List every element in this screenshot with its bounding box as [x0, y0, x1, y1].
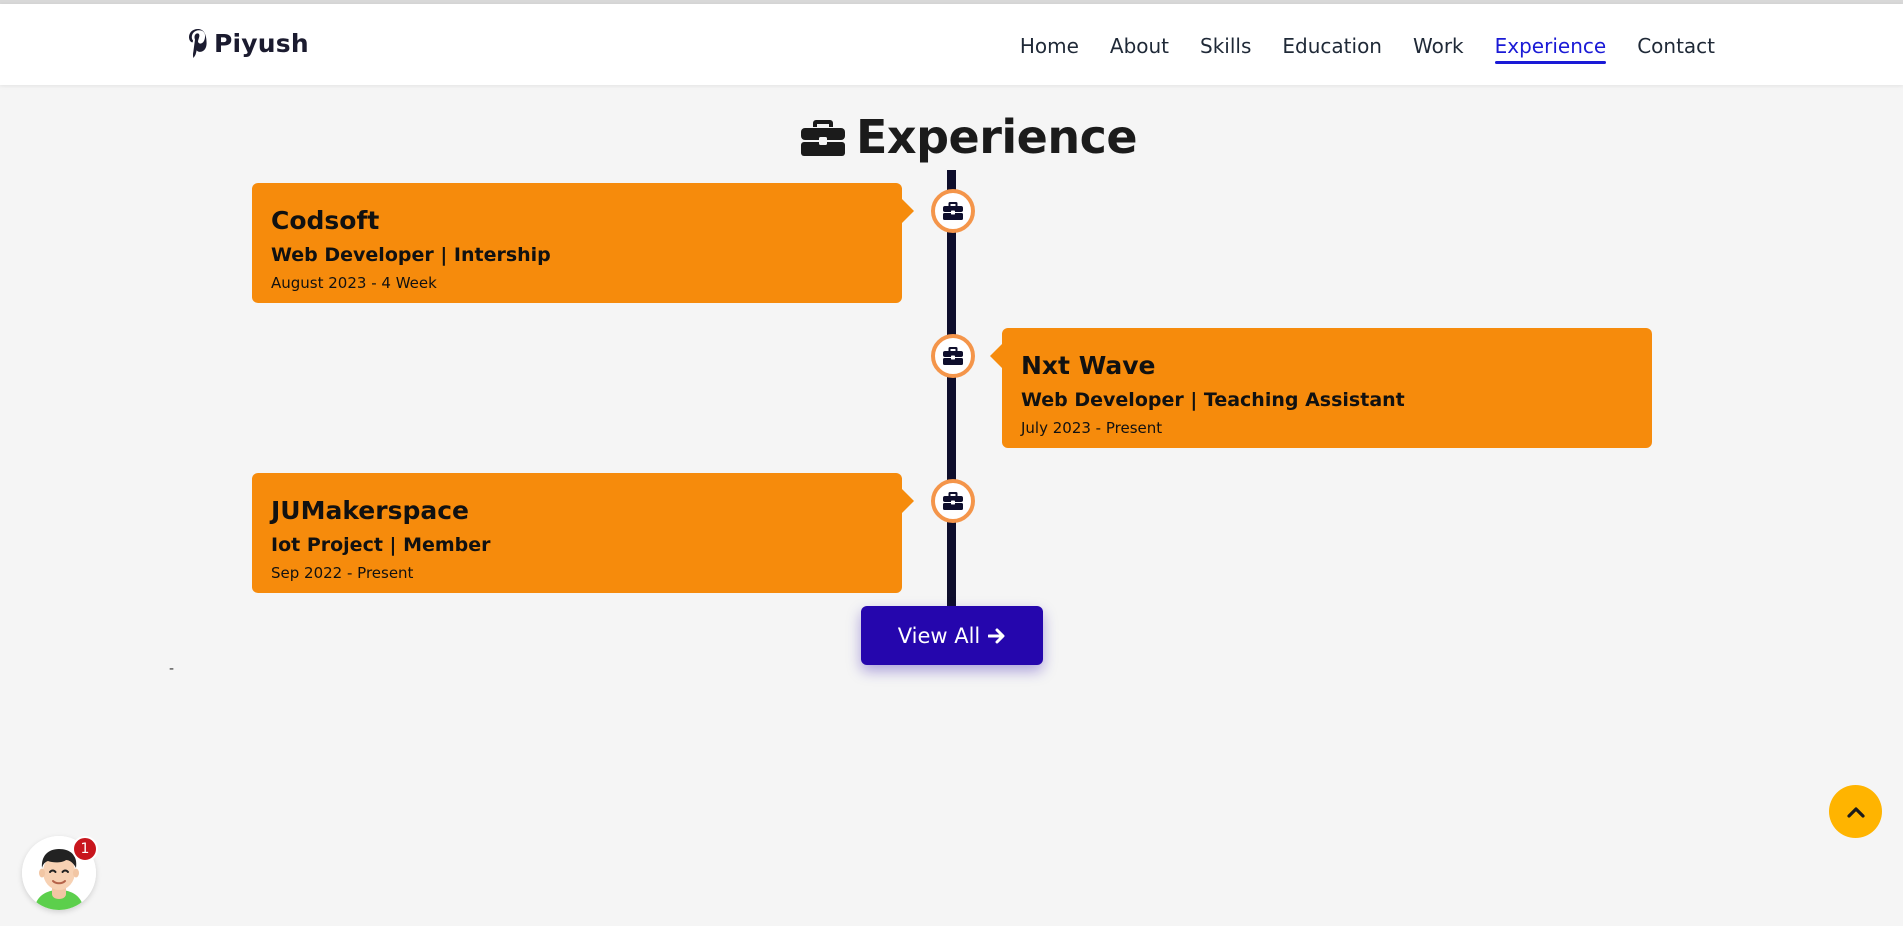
- view-all-label: View All: [897, 623, 981, 648]
- nav-experience[interactable]: Experience: [1494, 34, 1606, 64]
- nav-about[interactable]: About: [1110, 34, 1169, 64]
- stray-dash: -: [169, 661, 175, 677]
- experience-role: Web Developer | Teaching Assistant: [1021, 389, 1405, 411]
- nav-work[interactable]: Work: [1413, 34, 1464, 64]
- nav-skills[interactable]: Skills: [1200, 34, 1251, 64]
- timeline-line: [947, 170, 956, 608]
- section-heading: Experience: [800, 110, 1138, 164]
- experience-company: JUMakerspace: [271, 496, 470, 525]
- briefcase-icon: [943, 492, 963, 510]
- timeline-marker: [931, 334, 975, 378]
- briefcase-icon: [943, 202, 963, 220]
- page-title: Experience: [856, 110, 1138, 164]
- experience-card-nxt-wave: Nxt Wave Web Developer | Teaching Assist…: [990, 328, 1652, 448]
- experience-role: Web Developer | Intership: [271, 244, 551, 266]
- experience-card-codsoft: Codsoft Web Developer | Intership August…: [252, 183, 914, 303]
- experience-card-jumakerspace: JUMakerspace Iot Project | Member Sep 20…: [252, 473, 914, 593]
- chevron-up-icon: [1846, 806, 1865, 818]
- view-all-button[interactable]: View All: [861, 606, 1043, 665]
- experience-company: Nxt Wave: [1021, 351, 1156, 380]
- experience-date: August 2023 - 4 Week: [271, 274, 437, 292]
- timeline-marker: [931, 479, 975, 523]
- notification-badge: 1: [72, 836, 98, 862]
- arrow-right-icon: [988, 628, 1005, 643]
- nav-home[interactable]: Home: [1020, 34, 1079, 64]
- experience-date: July 2023 - Present: [1021, 419, 1163, 437]
- nav-contact[interactable]: Contact: [1637, 34, 1715, 64]
- experience-date: Sep 2022 - Present: [271, 564, 414, 582]
- timeline-marker: [931, 189, 975, 233]
- brand-logo[interactable]: Piyush: [186, 28, 309, 58]
- pinterest-icon: [189, 29, 207, 58]
- briefcase-icon: [943, 347, 963, 365]
- experience-role: Iot Project | Member: [271, 534, 491, 556]
- nav-education[interactable]: Education: [1282, 34, 1382, 64]
- main-nav: Home About Skills Education Work Experie…: [989, 34, 1715, 64]
- brand-name: Piyush: [214, 28, 309, 58]
- experience-company: Codsoft: [271, 206, 380, 235]
- briefcase-icon: [801, 120, 845, 156]
- navbar: Piyush Home About Skills Education Work …: [0, 4, 1903, 85]
- scroll-top-button[interactable]: [1829, 785, 1882, 838]
